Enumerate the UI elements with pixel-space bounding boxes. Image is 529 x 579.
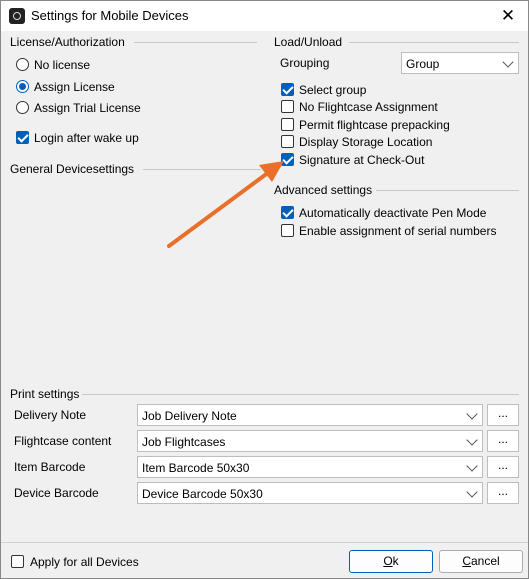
flightcase-content-select[interactable]: Job Flightcases <box>137 430 483 452</box>
apply-all-devices-label: Apply for all Devices <box>30 555 139 569</box>
delivery-note-select[interactable]: Job Delivery Note <box>137 404 483 426</box>
print-divider <box>82 394 519 395</box>
item-barcode-value: Item Barcode 50x30 <box>142 461 250 475</box>
print-heading: Print settings <box>10 387 80 401</box>
settings-dialog: Settings for Mobile Devices ✕ License/Au… <box>0 0 529 579</box>
chevron-down-icon <box>466 408 478 420</box>
chevron-down-icon <box>466 460 478 472</box>
item-barcode-label: Item Barcode <box>14 460 86 474</box>
item-barcode-browse-button[interactable]: ... <box>487 456 519 478</box>
ok-button[interactable]: Ok <box>349 550 433 573</box>
apply-all-devices-checkbox[interactable] <box>11 555 24 568</box>
delivery-note-value: Job Delivery Note <box>142 409 237 423</box>
delivery-note-browse-button[interactable]: ... <box>487 404 519 426</box>
device-barcode-browse-button[interactable]: ... <box>487 482 519 504</box>
item-barcode-select[interactable]: Item Barcode 50x30 <box>137 456 483 478</box>
footer-divider <box>1 542 528 543</box>
device-barcode-value: Device Barcode 50x30 <box>142 487 263 501</box>
chevron-down-icon <box>466 486 478 498</box>
flightcase-content-browse-button[interactable]: ... <box>487 430 519 452</box>
cancel-button[interactable]: Cancel <box>439 550 523 573</box>
delivery-note-label: Delivery Note <box>14 408 87 422</box>
device-barcode-select[interactable]: Device Barcode 50x30 <box>137 482 483 504</box>
flightcase-content-label: Flightcase content <box>14 434 112 448</box>
flightcase-content-value: Job Flightcases <box>142 435 226 449</box>
device-barcode-label: Device Barcode <box>14 486 99 500</box>
chevron-down-icon <box>466 434 478 446</box>
